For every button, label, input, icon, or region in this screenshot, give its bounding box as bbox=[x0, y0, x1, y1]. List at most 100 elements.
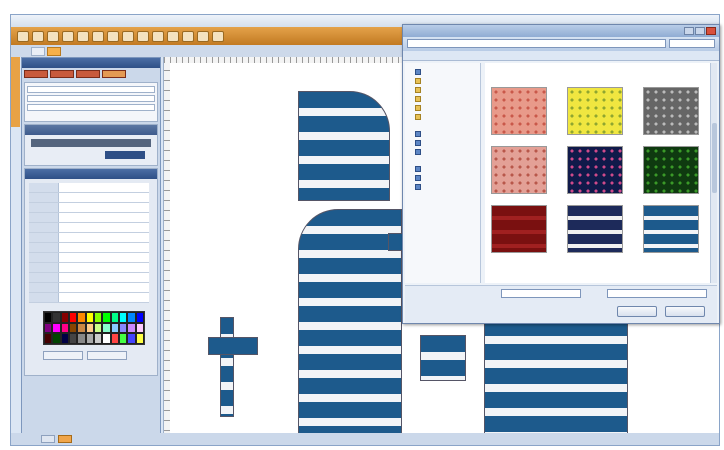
color-swatch[interactable] bbox=[52, 312, 61, 323]
fabric-thumbnail[interactable] bbox=[491, 87, 553, 136]
paste-icon[interactable] bbox=[107, 30, 119, 42]
color-swatch[interactable] bbox=[60, 322, 69, 334]
vertical-scrollbar[interactable] bbox=[710, 63, 717, 283]
property-row[interactable] bbox=[29, 183, 149, 193]
tool-icon[interactable] bbox=[182, 30, 194, 42]
pattern-piece-collar[interactable] bbox=[220, 317, 234, 417]
fabric-thumbnail[interactable] bbox=[491, 146, 553, 195]
color-swatch[interactable] bbox=[85, 322, 94, 334]
palette-button-2[interactable] bbox=[87, 351, 127, 360]
fabric-thumbnail[interactable] bbox=[567, 205, 629, 254]
nav-item[interactable] bbox=[415, 173, 476, 182]
color-swatch[interactable] bbox=[102, 312, 111, 323]
print-icon[interactable] bbox=[62, 30, 74, 42]
cut-icon[interactable] bbox=[77, 30, 89, 42]
status-tab-1[interactable] bbox=[41, 435, 55, 443]
property-field[interactable] bbox=[27, 104, 155, 111]
pattern-icon[interactable] bbox=[212, 30, 224, 42]
tab-document-1[interactable] bbox=[31, 47, 45, 56]
color-swatch[interactable] bbox=[135, 312, 144, 323]
color-swatch[interactable] bbox=[68, 333, 78, 344]
color-swatch[interactable] bbox=[118, 333, 128, 344]
color-swatch[interactable] bbox=[85, 312, 94, 323]
property-field[interactable] bbox=[27, 86, 155, 93]
nav-item[interactable] bbox=[415, 164, 476, 173]
nav-item[interactable] bbox=[415, 112, 476, 121]
color-swatch[interactable] bbox=[127, 333, 136, 344]
maximize-icon[interactable] bbox=[695, 27, 705, 35]
color-swatch[interactable] bbox=[44, 322, 53, 334]
panel-tab-4[interactable] bbox=[102, 70, 126, 78]
panel-tab-1[interactable] bbox=[24, 70, 48, 78]
nav-item[interactable] bbox=[415, 182, 476, 191]
pattern-piece-back-lower[interactable] bbox=[298, 209, 402, 435]
redo-icon[interactable] bbox=[137, 30, 149, 42]
property-row[interactable] bbox=[29, 213, 149, 223]
open-button[interactable] bbox=[617, 306, 657, 317]
color-swatch[interactable] bbox=[135, 333, 144, 344]
color-swatch[interactable] bbox=[118, 312, 128, 323]
layer-icon[interactable] bbox=[197, 30, 209, 42]
fabric-thumbnail[interactable] bbox=[491, 205, 553, 254]
open-file-icon[interactable] bbox=[32, 30, 44, 42]
color-swatch[interactable] bbox=[60, 333, 69, 344]
color-swatch[interactable] bbox=[44, 333, 53, 344]
panel-tab-2[interactable] bbox=[50, 70, 74, 78]
new-file-icon[interactable] bbox=[17, 30, 29, 42]
nav-item[interactable] bbox=[415, 85, 476, 94]
color-swatch[interactable] bbox=[52, 322, 61, 334]
property-row[interactable] bbox=[29, 273, 149, 283]
address-input[interactable] bbox=[407, 39, 666, 48]
search-input[interactable] bbox=[669, 39, 715, 48]
fabric-thumbnail[interactable] bbox=[567, 146, 629, 195]
layer-bar[interactable] bbox=[31, 139, 151, 147]
filename-input[interactable] bbox=[501, 289, 581, 298]
color-swatch[interactable] bbox=[127, 322, 136, 334]
pattern-piece-front[interactable] bbox=[484, 319, 628, 435]
palette-button-1[interactable] bbox=[43, 351, 83, 360]
side-dock-tab[interactable] bbox=[11, 57, 20, 127]
color-swatch[interactable] bbox=[68, 322, 78, 334]
property-row[interactable] bbox=[29, 253, 149, 263]
fabric-thumbnail[interactable] bbox=[643, 205, 705, 254]
undo-icon[interactable] bbox=[122, 30, 134, 42]
grid-icon[interactable] bbox=[167, 30, 179, 42]
color-swatch[interactable] bbox=[102, 333, 111, 344]
nav-item[interactable] bbox=[415, 129, 476, 138]
color-swatch[interactable] bbox=[44, 312, 53, 323]
status-tab-2[interactable] bbox=[58, 435, 72, 443]
fabric-thumbnail[interactable] bbox=[643, 146, 705, 195]
color-swatch[interactable] bbox=[77, 312, 86, 323]
property-field[interactable] bbox=[27, 95, 155, 102]
panel-tab-3[interactable] bbox=[76, 70, 100, 78]
color-swatch[interactable] bbox=[102, 322, 111, 334]
fabric-thumbnail[interactable] bbox=[567, 87, 629, 136]
color-swatch[interactable] bbox=[68, 312, 78, 323]
layer-bar[interactable] bbox=[105, 151, 145, 159]
color-swatch[interactable] bbox=[118, 322, 128, 334]
minimize-icon[interactable] bbox=[684, 27, 694, 35]
color-swatch[interactable] bbox=[93, 312, 103, 323]
property-row[interactable] bbox=[29, 243, 149, 253]
zoom-icon[interactable] bbox=[152, 30, 164, 42]
pattern-piece-cuff[interactable] bbox=[208, 337, 258, 355]
nav-item[interactable] bbox=[415, 76, 476, 85]
scrollbar-thumb[interactable] bbox=[712, 123, 717, 193]
filetype-select[interactable] bbox=[607, 289, 707, 298]
color-swatch[interactable] bbox=[93, 333, 103, 344]
property-row[interactable] bbox=[29, 283, 149, 293]
property-row[interactable] bbox=[29, 233, 149, 243]
nav-item[interactable] bbox=[415, 103, 476, 112]
color-swatch[interactable] bbox=[77, 333, 86, 344]
pattern-piece-back-upper[interactable] bbox=[298, 91, 390, 201]
cancel-button[interactable] bbox=[665, 306, 705, 317]
close-icon[interactable] bbox=[706, 27, 716, 35]
color-swatch[interactable] bbox=[60, 312, 69, 323]
nav-item[interactable] bbox=[415, 147, 476, 156]
nav-item[interactable] bbox=[415, 67, 476, 76]
nav-item[interactable] bbox=[415, 94, 476, 103]
color-swatch[interactable] bbox=[110, 333, 119, 344]
copy-icon[interactable] bbox=[92, 30, 104, 42]
color-swatch[interactable] bbox=[77, 322, 86, 334]
color-swatch[interactable] bbox=[127, 312, 136, 323]
